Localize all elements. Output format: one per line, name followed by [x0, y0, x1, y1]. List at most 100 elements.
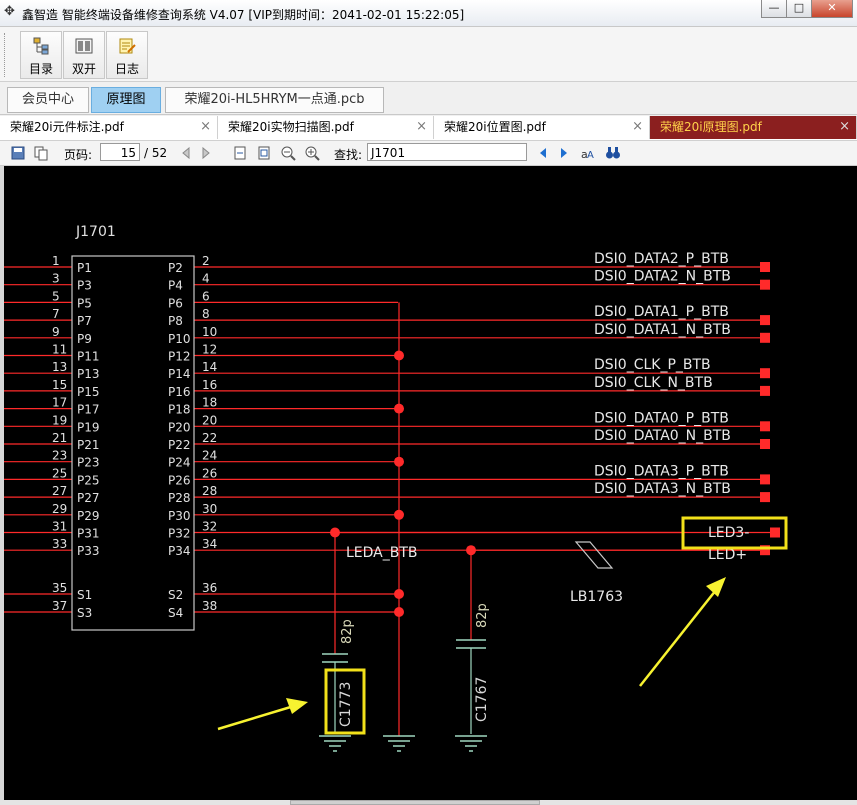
prev-page-icon[interactable]	[178, 145, 194, 161]
left-pin-number: 7	[52, 307, 60, 321]
left-pin-number: 21	[52, 431, 67, 445]
left-pin-number: 25	[52, 466, 67, 480]
ground-icon	[383, 735, 415, 752]
right-pin-number: 6	[202, 289, 210, 303]
cap1-ref: C1773	[338, 682, 354, 727]
dual-open-button[interactable]: 双开	[63, 31, 105, 79]
close-button[interactable]: ✕	[811, 0, 853, 18]
left-pin-number: 15	[52, 378, 67, 392]
right-pin-number: 16	[202, 378, 217, 392]
right-pin-number: 2	[202, 254, 210, 268]
ground-icon	[455, 735, 487, 752]
right-pin-number: 34	[202, 537, 217, 551]
binoculars-icon[interactable]	[605, 145, 621, 161]
left-pin-number: 23	[52, 449, 67, 463]
tab-close-icon[interactable]: ×	[632, 116, 643, 138]
log-button[interactable]: 日志	[106, 31, 148, 79]
page-label: 页码:	[64, 148, 93, 162]
left-pin-name: P13	[77, 367, 100, 381]
left-pin-name: P19	[77, 420, 100, 434]
tab-close-icon[interactable]: ×	[416, 116, 427, 138]
left-pin-number: 31	[52, 520, 67, 534]
right-pin-name: P34	[168, 544, 191, 558]
left-pin-number: 27	[52, 484, 67, 498]
right-pin-number: 20	[202, 413, 217, 427]
schematic-viewer[interactable]: J1701 1 P1 3 P3 5 P5 7 P7 9 P9 11 P11 13 P13 15 P15 17 P1…	[4, 166, 857, 800]
tab-schematic[interactable]: 原理图	[91, 87, 161, 113]
net-port	[760, 279, 770, 290]
left-pin-name: S3	[77, 606, 92, 620]
directory-icon	[33, 37, 49, 55]
directory-button[interactable]: 目录	[20, 31, 62, 79]
capacitor-c1767	[456, 639, 486, 649]
connector-ref: J1701	[75, 224, 116, 240]
right-pin-name: P28	[168, 491, 191, 505]
doc-tab-schematic[interactable]: 荣耀20i原理图.pdf ×	[650, 116, 857, 139]
left-pin-number: 3	[52, 272, 60, 286]
right-pin-name: P8	[168, 314, 183, 328]
doc-tab-scan-image[interactable]: 荣耀20i实物扫描图.pdf ×	[218, 116, 434, 139]
led-minus-port	[770, 527, 780, 538]
next-page-icon[interactable]	[198, 145, 214, 161]
title-bar: ✥ 鑫智造 智能终端设备维修查询系统 V4.07 [VIP到期时间：2041-0…	[0, 0, 857, 27]
left-pin-name: P9	[77, 332, 92, 346]
zoom-out-icon[interactable]	[280, 145, 296, 161]
left-pin-name: S1	[77, 588, 92, 602]
right-pin-number: 14	[202, 360, 217, 374]
capacitor-c1773	[322, 653, 348, 663]
net-label: DSI0_DATA1_N_BTB	[594, 322, 731, 338]
schematic-drawing: J1701 1 P13 P35 P57 P79 P911 P1113 P1315 P1517 P1…	[4, 224, 788, 752]
tab-pcb-file[interactable]: 荣耀20i-HL5HRYM一点通.pcb	[165, 87, 384, 113]
find-label: 查找:	[334, 148, 363, 162]
doc-tab-label: 荣耀20i元件标注.pdf	[10, 120, 124, 134]
left-pin-name: P11	[77, 350, 100, 364]
cap1-value: 82p	[340, 619, 355, 644]
left-pin-name: P21	[77, 438, 100, 452]
net-port	[760, 439, 770, 449]
right-pin-number: 10	[202, 325, 217, 339]
right-pin-name: P6	[168, 296, 183, 310]
fit-width-icon[interactable]	[232, 145, 248, 161]
tab-close-icon[interactable]: ×	[200, 116, 211, 138]
left-pin-number: 19	[52, 413, 67, 427]
page-total: / 52	[144, 146, 168, 160]
ground-icon	[319, 735, 351, 752]
doc-tab-label: 荣耀20i原理图.pdf	[660, 120, 762, 134]
nav-tab-bar: 会员中心 原理图 荣耀20i-HL5HRYM一点通.pcb	[0, 84, 857, 115]
net-port	[760, 315, 770, 326]
zoom-in-icon[interactable]	[304, 145, 320, 161]
net-port	[760, 332, 770, 343]
net-port	[760, 385, 770, 396]
right-pin-number: 32	[202, 520, 217, 534]
annotation-arrow-c1773	[217, 698, 308, 731]
right-pin-name: P26	[168, 473, 191, 487]
minimize-button[interactable]: —	[761, 0, 787, 18]
left-pin-name: P3	[77, 279, 92, 293]
right-pin-number: 24	[202, 449, 217, 463]
match-case-icon[interactable]: aA	[580, 145, 596, 161]
doc-tab-component-labels[interactable]: 荣耀20i元件标注.pdf ×	[0, 116, 218, 139]
left-pin-name: P17	[77, 403, 100, 417]
toolbar-grip[interactable]	[4, 33, 11, 77]
leda-net-label: LEDA_BTB	[346, 545, 418, 561]
find-next-icon[interactable]	[556, 145, 572, 161]
left-pin-number: 1	[52, 254, 60, 268]
net-label: DSI0_DATA0_N_BTB	[594, 428, 731, 444]
tab-close-icon[interactable]: ×	[839, 116, 850, 138]
tab-member-center[interactable]: 会员中心	[7, 87, 89, 113]
fit-page-icon[interactable]	[256, 145, 272, 161]
right-pin-name: P24	[168, 456, 191, 470]
maximize-button[interactable]: □	[786, 0, 812, 18]
main-toolbar: 目录 双开 日志	[0, 27, 857, 82]
page-number-input[interactable]: 15	[100, 143, 140, 161]
right-pin-name: P2	[168, 261, 183, 275]
right-pin-name: P22	[168, 438, 191, 452]
horizontal-scrollbar-thumb[interactable]	[290, 800, 540, 805]
find-previous-icon[interactable]	[535, 145, 551, 161]
find-input[interactable]: J1701	[367, 143, 527, 161]
copy-icon[interactable]	[33, 145, 49, 161]
dual-open-label: 双开	[71, 62, 96, 76]
save-icon[interactable]	[10, 145, 26, 161]
doc-tab-position-map[interactable]: 荣耀20i位置图.pdf ×	[434, 116, 650, 139]
right-pin-number: 28	[202, 484, 217, 498]
